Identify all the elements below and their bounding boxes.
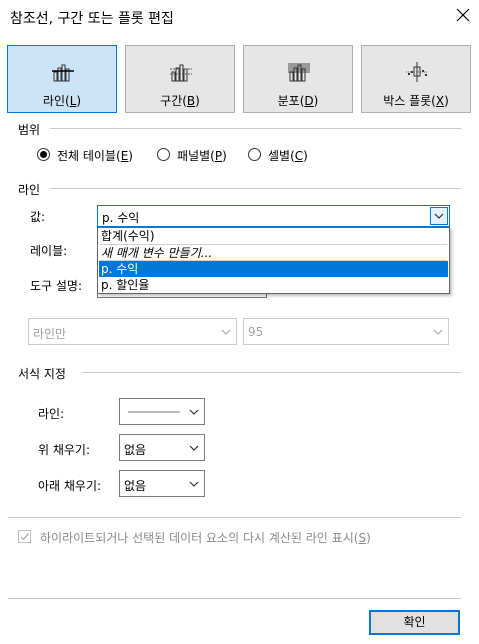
chevron-down-icon (186, 476, 202, 492)
tab-box-plot[interactable]: 박스 플롯(X) (361, 45, 471, 113)
recalc-checkbox[interactable] (18, 530, 31, 543)
divider (8, 598, 461, 599)
line-chart-icon (52, 64, 74, 82)
value-label: 값: (30, 210, 46, 224)
chevron-down-icon (186, 404, 202, 420)
divider (50, 188, 461, 189)
dialog-title: 참조선, 구간 또는 플롯 편집 (10, 11, 174, 27)
radio-per-cell[interactable] (248, 148, 261, 161)
dropdown-item[interactable]: p. 할인율 (99, 277, 448, 293)
box-plot-icon (406, 62, 428, 82)
dropdown-item[interactable]: 합계(수익) (99, 228, 448, 244)
line-style-preview (128, 411, 180, 413)
chevron-down-icon (186, 440, 202, 456)
line-style-select[interactable] (119, 398, 205, 425)
checkmark-icon (20, 533, 30, 541)
divider (8, 517, 461, 518)
radio-per-pane[interactable] (157, 148, 170, 161)
value-dropdown-list: 합계(수익) 새 매개 변수 만들기... p. 수익 p. 할인율 (97, 227, 450, 294)
radio-per-pane-label: 패널별(P) (177, 149, 227, 163)
scope-section-title: 범위 (18, 123, 41, 137)
chevron-down-icon (430, 324, 446, 340)
radio-entire-table[interactable] (37, 148, 50, 161)
ok-button[interactable]: 확인 (369, 610, 460, 635)
fill-below-select[interactable]: 없음 (119, 470, 205, 497)
band-chart-icon (170, 64, 192, 82)
tab-distribution[interactable]: 분포(D) (243, 45, 353, 113)
fill-below-label: 아래 채우기: (38, 479, 102, 493)
line-section-title: 라인 (18, 183, 41, 197)
chevron-down-icon[interactable] (430, 207, 448, 225)
close-button[interactable] (454, 6, 472, 24)
label-label: 레이블: (30, 244, 68, 258)
value-select[interactable]: p. 수익 (97, 205, 450, 227)
distribution-chart-icon (288, 63, 310, 82)
line-mode-select[interactable]: 라인만 (28, 318, 237, 345)
divider (50, 128, 461, 129)
tab-band[interactable]: 구간(B) (125, 45, 235, 113)
radio-entire-table-label: 전체 테이블(E) (57, 149, 133, 163)
close-icon (456, 8, 470, 22)
radio-per-cell-label: 셀별(C) (268, 149, 308, 163)
chevron-down-icon (218, 324, 234, 340)
fill-above-select[interactable]: 없음 (119, 434, 205, 461)
fill-above-label: 위 채우기: (38, 443, 91, 457)
tab-line[interactable]: 라인(L) (7, 45, 117, 113)
divider (82, 372, 461, 373)
confidence-select[interactable]: 95 (243, 318, 449, 345)
dropdown-item-create-parameter[interactable]: 새 매개 변수 만들기... (99, 245, 448, 261)
format-section-title: 서식 지정 (18, 367, 66, 381)
dropdown-item-selected[interactable]: p. 수익 (99, 261, 448, 277)
line-style-label: 라인: (38, 407, 65, 421)
tooltip-label: 도구 설명: (30, 279, 83, 293)
recalc-checkbox-label: 하이라이트되거나 선택된 데이터 요소의 다시 계산된 라인 표시(S) (40, 531, 371, 545)
